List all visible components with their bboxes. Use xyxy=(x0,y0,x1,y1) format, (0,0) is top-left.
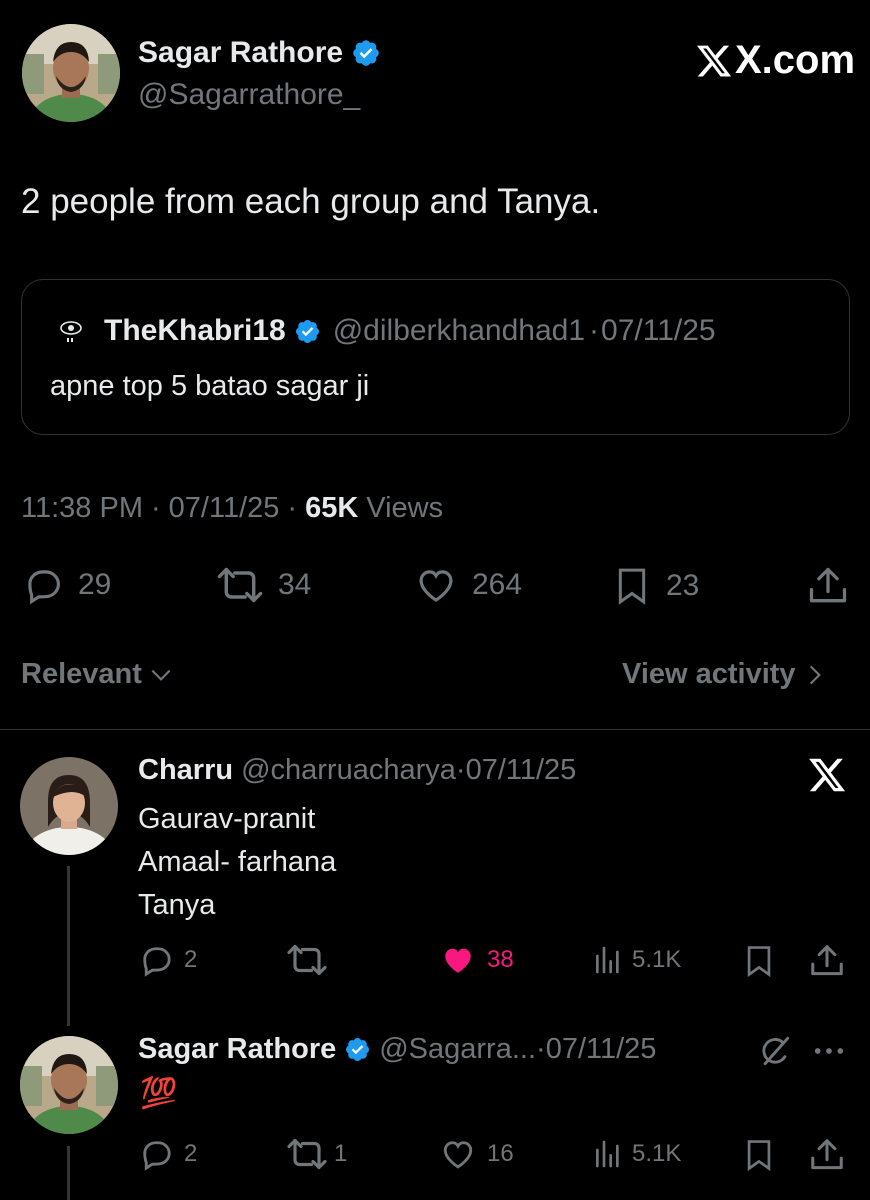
reply-views-button[interactable]: 5.1K xyxy=(592,942,681,978)
verified-badge-icon xyxy=(294,318,321,345)
like-icon xyxy=(439,942,477,978)
reply-share-button[interactable] xyxy=(808,942,846,985)
repost-icon xyxy=(286,942,328,978)
reply-author-handle[interactable]: @Sagarra... xyxy=(379,1033,536,1066)
chevron-down-icon xyxy=(148,662,174,688)
reply-bookmark-button[interactable] xyxy=(742,1136,776,1179)
reply-icon xyxy=(138,942,174,978)
grok-icon[interactable] xyxy=(758,1034,792,1068)
reply-reply-count: 2 xyxy=(184,946,198,973)
author-handle[interactable]: @Sagarrathore_ xyxy=(138,78,360,112)
reply-views-button[interactable]: 5.1K xyxy=(592,1136,681,1172)
more-icon[interactable] xyxy=(812,1038,846,1064)
reply-avatar[interactable] xyxy=(20,757,118,855)
reply-date[interactable]: 07/11/25 xyxy=(546,1033,657,1066)
reply-like-button[interactable]: 38 xyxy=(439,942,514,978)
reply-reply-button[interactable]: 2 xyxy=(138,1136,197,1172)
reply-text: Gaurav-pranit Amaal- farhana Tanya xyxy=(138,798,336,927)
reply-share-button[interactable] xyxy=(808,1136,846,1179)
reply-text-line: Gaurav-pranit xyxy=(138,803,316,835)
reply-avatar[interactable] xyxy=(20,1036,118,1134)
tweet-date[interactable]: 07/11/25 xyxy=(169,492,280,525)
x-watermark-text: X.com xyxy=(735,38,856,82)
quote-author-handle[interactable]: @dilberkhandhad1 xyxy=(333,314,585,348)
views-count[interactable]: 65K xyxy=(305,492,358,525)
x-watermark: X.com xyxy=(695,38,855,83)
author-avatar[interactable] xyxy=(22,24,120,122)
bookmark-count: 23 xyxy=(666,569,700,602)
tweet-time[interactable]: 11:38 PM xyxy=(21,492,143,525)
quoted-tweet[interactable] xyxy=(21,279,850,435)
reply-text-line: Tanya xyxy=(138,889,216,921)
tweet-meta: 11:38 PM · 07/11/25 · 65K Views xyxy=(21,492,443,525)
views-icon xyxy=(592,942,624,978)
sort-label: Relevant xyxy=(21,658,142,690)
verified-badge-icon xyxy=(344,1036,371,1063)
reply-like-button[interactable]: 16 xyxy=(439,1136,514,1172)
share-icon xyxy=(808,1136,846,1174)
reply-separator: · xyxy=(536,1033,546,1065)
like-button[interactable]: 264 xyxy=(414,564,522,606)
reply-reply-button[interactable]: 2 xyxy=(138,942,197,978)
x-logo-icon xyxy=(695,42,733,80)
reply-button[interactable]: 29 xyxy=(22,564,111,606)
reply-repost-button[interactable]: 1 xyxy=(286,1136,347,1172)
like-icon xyxy=(414,564,458,606)
verified-badge-icon xyxy=(351,38,381,68)
like-icon xyxy=(439,1136,477,1172)
reply-count: 29 xyxy=(78,568,112,601)
meta-separator: · xyxy=(287,492,298,524)
sort-dropdown[interactable]: Relevant xyxy=(21,658,174,691)
reply-like-count: 38 xyxy=(487,946,514,973)
tweet-text: 2 people from each group and Tanya. xyxy=(21,182,601,221)
x-logo-icon xyxy=(807,755,847,795)
reply-author-name[interactable]: Sagar Rathore xyxy=(138,1033,336,1066)
quote-separator: · xyxy=(589,314,600,347)
reply-views-count: 5.1K xyxy=(632,1140,682,1167)
bookmark-icon xyxy=(742,942,776,980)
like-count: 264 xyxy=(472,568,523,601)
chevron-right-icon xyxy=(804,662,826,688)
repost-icon xyxy=(216,564,264,606)
view-activity-link[interactable]: View activity xyxy=(622,658,826,691)
quote-text: apne top 5 batao sagar ji xyxy=(50,370,370,402)
reply-reply-count: 2 xyxy=(184,1140,198,1167)
repost-count: 34 xyxy=(278,568,312,601)
author-name[interactable]: Sagar Rathore xyxy=(138,36,343,70)
share-icon xyxy=(806,564,850,608)
reply-text: 💯 xyxy=(140,1077,178,1110)
views-icon xyxy=(592,1136,624,1172)
quote-date[interactable]: 07/11/25 xyxy=(601,314,716,348)
reply-author-handle[interactable]: @charruacharya xyxy=(241,754,456,787)
repost-button[interactable]: 34 xyxy=(216,564,311,606)
meta-separator: · xyxy=(150,492,161,524)
repost-icon xyxy=(286,1136,328,1172)
share-icon xyxy=(808,942,846,980)
reply-icon xyxy=(138,1136,174,1172)
reply-views-count: 5.1K xyxy=(632,946,682,973)
reply-text-line: Amaal- farhana xyxy=(138,846,337,878)
thread-line xyxy=(67,866,70,1026)
reply-repost-button[interactable] xyxy=(286,942,338,978)
reply-repost-count: 1 xyxy=(334,1140,348,1167)
section-divider xyxy=(0,729,870,730)
reply-bookmark-button[interactable] xyxy=(742,942,776,985)
quote-author-name[interactable]: TheKhabri18 xyxy=(104,314,286,348)
quote-avatar[interactable] xyxy=(58,318,86,346)
bookmark-icon xyxy=(742,1136,776,1174)
bookmark-icon xyxy=(612,564,652,608)
bookmark-button[interactable]: 23 xyxy=(612,564,699,608)
reply-icon xyxy=(22,564,64,606)
thread-line xyxy=(67,1146,70,1200)
reply-author-name[interactable]: Charru xyxy=(138,754,233,787)
reply-date[interactable]: 07/11/25 xyxy=(466,754,577,787)
view-activity-label: View activity xyxy=(622,658,796,690)
reply-like-count: 16 xyxy=(487,1140,514,1167)
reply-separator: · xyxy=(455,754,466,786)
share-button[interactable] xyxy=(806,564,850,613)
views-label: Views xyxy=(366,492,444,524)
